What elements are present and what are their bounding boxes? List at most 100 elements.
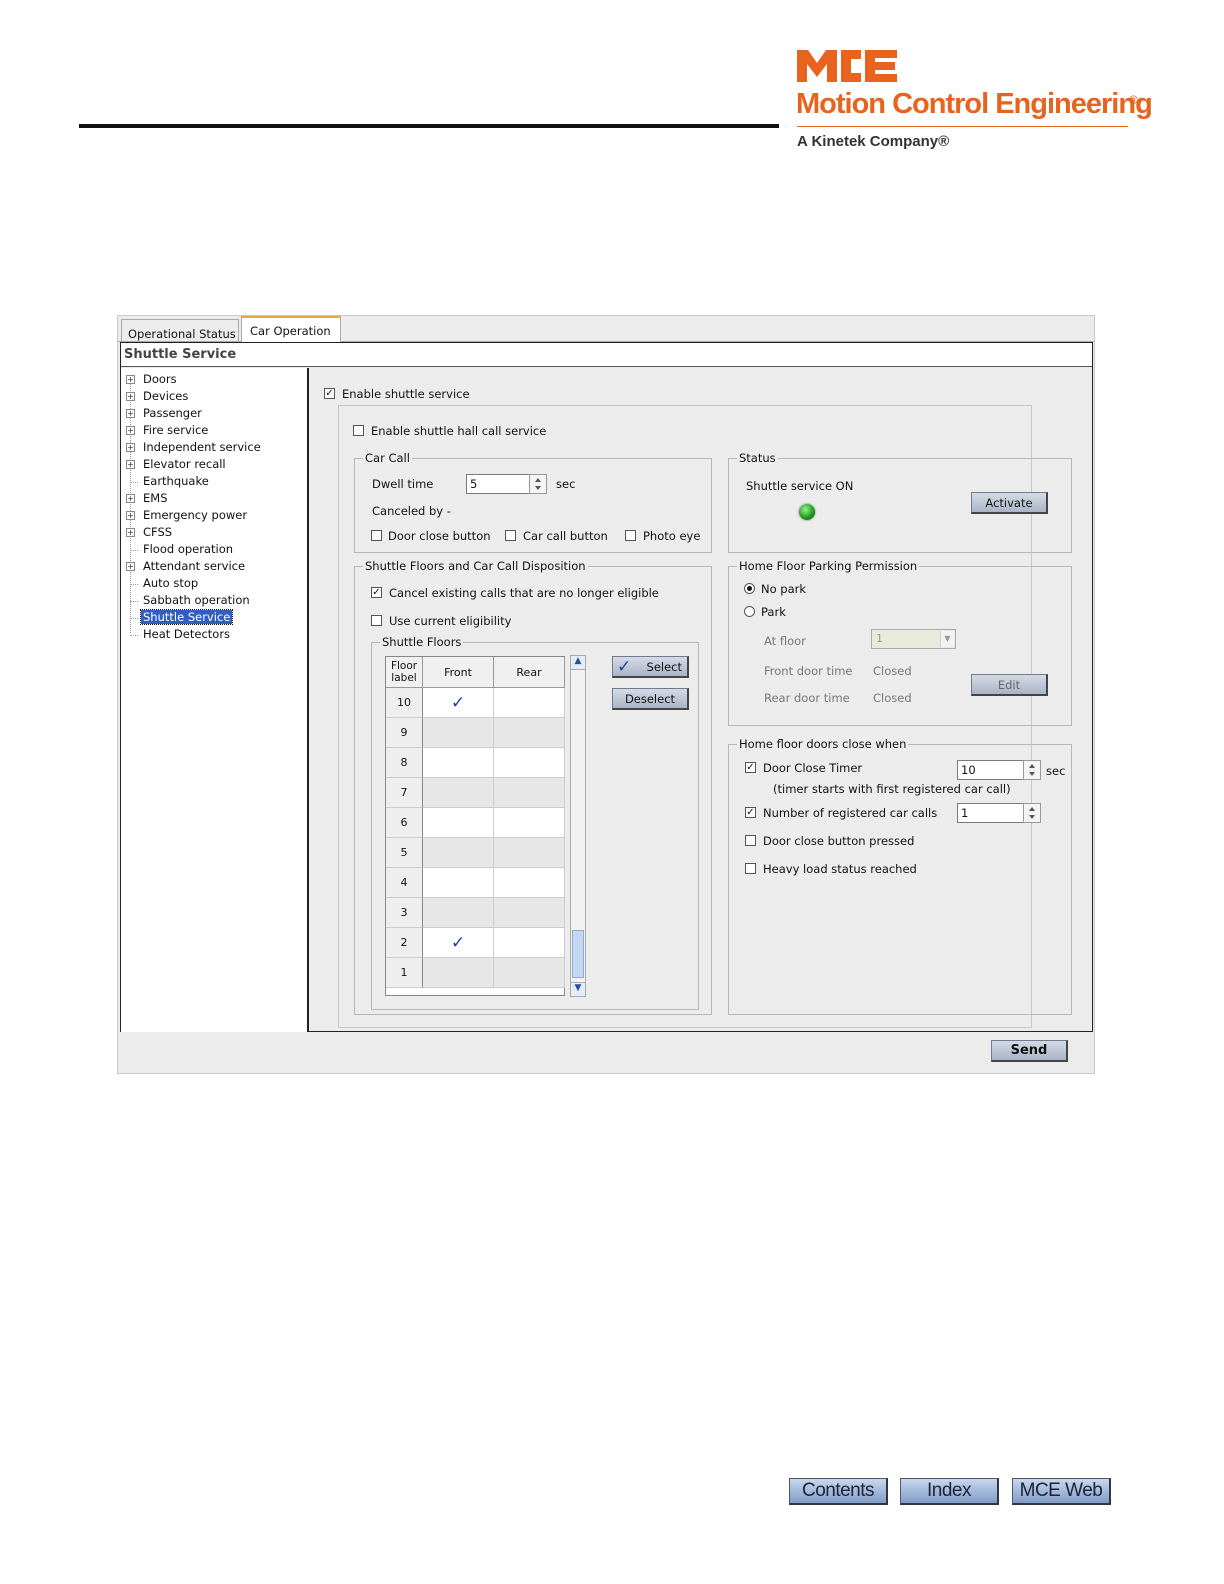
front-cell[interactable]: ✓	[423, 688, 494, 718]
tree-item[interactable]: + EMS	[121, 490, 307, 507]
door-close-timer-spinner[interactable]	[1023, 760, 1041, 780]
enable-hall-call-checkbox[interactable]	[353, 425, 364, 436]
tree-item[interactable]: Sabbath operation	[121, 592, 307, 609]
edit-button[interactable]: Edit	[971, 674, 1048, 696]
rear-cell[interactable]	[494, 838, 565, 868]
tree-item[interactable]: + Fire service	[121, 422, 307, 439]
rear-cell[interactable]	[494, 688, 565, 718]
tree-item[interactable]: + Emergency power	[121, 507, 307, 524]
rear-door-time-label: Rear door time	[764, 691, 850, 705]
table-scrollbar[interactable]: ▲ ▼	[570, 655, 586, 997]
expand-plus-icon[interactable]: +	[126, 375, 135, 384]
expand-plus-icon[interactable]: +	[126, 426, 135, 435]
tree-item[interactable]: + Elevator recall	[121, 456, 307, 473]
floor-label-cell: 3	[386, 898, 423, 928]
doors-close-group: Home floor doors close when ✓ Door Close…	[728, 737, 1072, 1015]
no-park-radio[interactable]	[744, 583, 755, 594]
door-close-button-checkbox[interactable]	[371, 530, 382, 541]
rear-cell[interactable]	[494, 718, 565, 748]
table-row[interactable]: 3	[386, 898, 565, 928]
table-row[interactable]: 2 ✓	[386, 928, 565, 958]
registered-calls-spinner[interactable]	[1023, 803, 1041, 823]
tree-item[interactable]: Flood operation	[121, 541, 307, 558]
front-cell[interactable]	[423, 898, 494, 928]
expand-plus-icon[interactable]: +	[126, 494, 135, 503]
table-row[interactable]: 1	[386, 958, 565, 988]
tree-item[interactable]: Earthquake	[121, 473, 307, 490]
park-radio[interactable]	[744, 606, 755, 617]
enable-shuttle-checkbox[interactable]: ✓	[324, 388, 335, 399]
table-row[interactable]: 8	[386, 748, 565, 778]
expand-plus-icon[interactable]: +	[126, 460, 135, 469]
front-cell[interactable]: ✓	[423, 928, 494, 958]
door-close-timer-checkbox[interactable]: ✓	[745, 762, 756, 773]
dwell-time-input[interactable]: 5	[466, 474, 530, 494]
front-cell[interactable]	[423, 808, 494, 838]
shuttle-floors-table: Floor label Front Rear 10 ✓ 9 8 7 6 5 4 3 2 ✓ 1	[385, 656, 565, 996]
scroll-thumb[interactable]	[572, 930, 584, 978]
tree-item[interactable]: + Independent service	[121, 439, 307, 456]
front-cell[interactable]	[423, 718, 494, 748]
checkmark-icon: ✓	[617, 657, 632, 677]
tree-item[interactable]: Auto stop	[121, 575, 307, 592]
tree-item[interactable]: + Devices	[121, 388, 307, 405]
tree-item[interactable]: + Passenger	[121, 405, 307, 422]
settings-tree: + Doors + Devices + Passenger + Fire service + In…	[121, 368, 309, 1032]
scroll-up-arrow-icon[interactable]: ▲	[571, 656, 585, 670]
expand-plus-icon[interactable]: +	[126, 562, 135, 571]
rear-cell[interactable]	[494, 958, 565, 988]
scroll-down-arrow-icon[interactable]: ▼	[571, 982, 585, 996]
mce-web-nav-button[interactable]: MCE Web	[1012, 1478, 1111, 1505]
front-cell[interactable]	[423, 748, 494, 778]
rear-cell[interactable]	[494, 808, 565, 838]
front-cell[interactable]	[423, 958, 494, 988]
table-row[interactable]: 4	[386, 868, 565, 898]
activate-button[interactable]: Activate	[971, 492, 1048, 514]
door-close-timer-input[interactable]: 10	[957, 760, 1024, 780]
canceled-by-label: Canceled by -	[372, 504, 451, 518]
rear-cell[interactable]	[494, 748, 565, 778]
table-row[interactable]: 7	[386, 778, 565, 808]
dwell-time-spinner[interactable]	[529, 474, 547, 494]
contents-nav-button[interactable]: Contents	[789, 1478, 888, 1505]
rear-cell[interactable]	[494, 928, 565, 958]
deselect-button[interactable]: Deselect	[612, 688, 689, 710]
column-header-front: Front	[423, 657, 494, 688]
front-door-time-value: Closed	[873, 664, 912, 678]
rear-cell[interactable]	[494, 778, 565, 808]
cancel-existing-label: Cancel existing calls that are no longer…	[389, 586, 659, 600]
tree-item[interactable]: Heat Detectors	[121, 626, 307, 643]
tree-item[interactable]: + Attendant service	[121, 558, 307, 575]
expand-plus-icon[interactable]: +	[126, 392, 135, 401]
tree-item[interactable]: + CFSS	[121, 524, 307, 541]
front-cell[interactable]	[423, 838, 494, 868]
table-row[interactable]: 9	[386, 718, 565, 748]
rear-cell[interactable]	[494, 868, 565, 898]
registered-calls-checkbox[interactable]: ✓	[745, 807, 756, 818]
tab-operational-status[interactable]: Operational Status	[121, 319, 239, 343]
door-close-pressed-checkbox[interactable]	[745, 835, 756, 846]
heavy-load-checkbox[interactable]	[745, 863, 756, 874]
front-cell[interactable]	[423, 868, 494, 898]
send-button[interactable]: Send	[991, 1040, 1068, 1062]
photo-eye-checkbox[interactable]	[625, 530, 636, 541]
tree-item[interactable]: + Doors	[121, 371, 307, 388]
car-call-button-checkbox[interactable]	[505, 530, 516, 541]
use-current-eligibility-checkbox[interactable]	[371, 615, 382, 626]
registered-calls-input[interactable]: 1	[957, 803, 1024, 823]
expand-plus-icon[interactable]: +	[126, 409, 135, 418]
expand-plus-icon[interactable]: +	[126, 443, 135, 452]
index-nav-button[interactable]: Index	[900, 1478, 999, 1505]
expand-plus-icon[interactable]: +	[126, 511, 135, 520]
table-row[interactable]: 6	[386, 808, 565, 838]
select-button[interactable]: ✓ Select	[612, 656, 689, 678]
at-floor-select[interactable]: 1 ▼	[871, 629, 956, 649]
tab-car-operation[interactable]: Car Operation	[241, 316, 341, 343]
front-cell[interactable]	[423, 778, 494, 808]
table-row[interactable]: 10 ✓	[386, 688, 565, 718]
tree-item[interactable]: Shuttle Service	[121, 609, 307, 626]
expand-plus-icon[interactable]: +	[126, 528, 135, 537]
cancel-existing-checkbox[interactable]: ✓	[371, 587, 382, 598]
table-row[interactable]: 5	[386, 838, 565, 868]
rear-cell[interactable]	[494, 898, 565, 928]
